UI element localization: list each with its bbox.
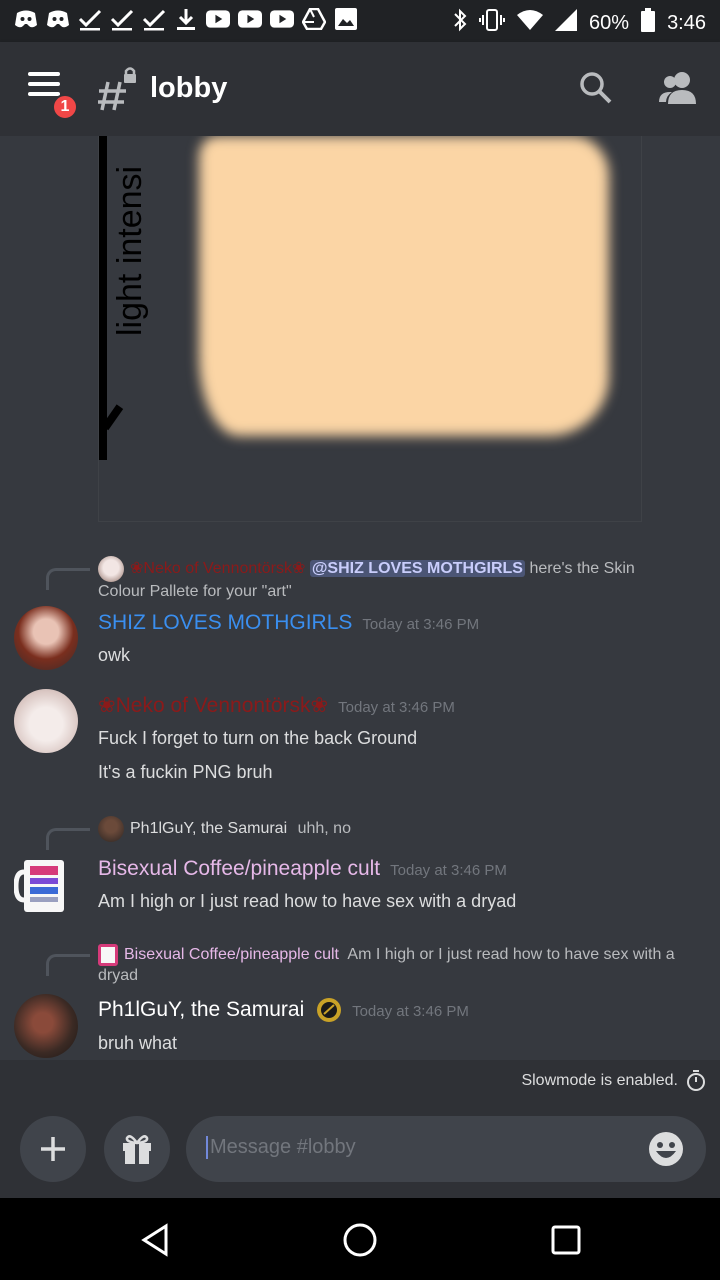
android-nav-bar	[0, 1198, 720, 1280]
notification-icons	[14, 7, 358, 31]
coffee-mug-icon	[14, 860, 64, 912]
locked-channel-hash-icon	[98, 66, 138, 112]
timestamp: Today at 3:46 PM	[390, 862, 507, 879]
message-text: bruh what	[98, 1033, 178, 1053]
reply-connector	[46, 828, 90, 850]
back-triangle-icon	[141, 1223, 168, 1257]
reply-text-continued: dryad	[98, 967, 139, 984]
members-icon	[659, 72, 696, 104]
slowmode-banner: Slowmode is enabled.	[0, 1060, 720, 1102]
gift-icon	[123, 1135, 151, 1164]
image-attachment[interactable]: light intensi	[98, 136, 642, 522]
message-text: It's a fuckin PNG bruh	[98, 762, 273, 782]
message-text: Am I high or I just read how to have sex…	[98, 891, 517, 911]
author-name[interactable]: SHIZ LOVES MOTHGIRLS	[98, 611, 352, 634]
recents-square-icon	[551, 1225, 581, 1255]
emoji-icon[interactable]	[648, 1131, 684, 1167]
bluetooth-icon	[453, 8, 467, 38]
home-circle-icon	[343, 1223, 377, 1257]
slowmode-text: Slowmode is enabled.	[521, 1072, 678, 1089]
message-text: owk	[98, 645, 131, 665]
author-name[interactable]: ❀Neko of Vennontörsk❀	[98, 694, 328, 717]
channel-title: lobby	[150, 72, 228, 104]
message-header: Ph1lGuY, the Samurai Today at 3:46 PM	[98, 997, 469, 1025]
check-icon	[110, 7, 134, 31]
arrow-shaft	[99, 136, 107, 460]
image-overlay-text: light intensi	[111, 166, 149, 336]
signal-icon	[555, 9, 578, 37]
reply-connector	[46, 954, 90, 976]
search-button[interactable]	[578, 70, 614, 106]
add-attachment-button[interactable]	[20, 1116, 86, 1182]
download-icon	[174, 7, 198, 31]
drive-icon	[302, 7, 326, 31]
channel-header: 1 lobby	[0, 42, 720, 136]
status-bar: 60% 3:46	[0, 0, 720, 42]
system-status: 60% 3:46	[453, 8, 706, 38]
message-composer: Message #lobby	[0, 1102, 720, 1198]
reply-avatar	[98, 944, 118, 966]
clock: 3:46	[667, 11, 706, 34]
message-placeholder: Message #lobby	[206, 1136, 356, 1159]
message-list[interactable]: light intensi ❀Neko of Vennontörsk❀ @SHI…	[0, 136, 720, 1060]
svg-text:light intensi: light intensi	[111, 166, 149, 336]
members-button[interactable]	[658, 70, 698, 106]
gift-button[interactable]	[104, 1116, 170, 1182]
reply-avatar	[98, 556, 124, 582]
avatar[interactable]	[14, 994, 78, 1058]
timestamp: Today at 3:46 PM	[362, 616, 480, 633]
check-icon	[142, 7, 166, 31]
reply-author: Ph1lGuY, the Samurai	[130, 820, 288, 838]
avatar[interactable]	[14, 854, 78, 918]
timer-icon	[687, 1070, 705, 1091]
reply-preview[interactable]: Ph1lGuY, the Samurai uhh, no	[98, 816, 698, 842]
reply-text: here's the Skin	[529, 560, 635, 578]
reply-text-continued: Colour Pallete for your "art"	[98, 583, 292, 600]
battery-icon	[641, 8, 656, 38]
reply-preview[interactable]: Bisexual Coffee/pineapple cult Am I high…	[98, 944, 708, 986]
check-icon	[78, 7, 102, 31]
menu-button[interactable]: 1	[28, 72, 78, 120]
user-mention[interactable]: @SHIZ LOVES MOTHGIRLS	[309, 560, 525, 578]
youtube-icon	[270, 7, 294, 31]
avatar[interactable]	[14, 606, 78, 670]
discord-icon	[14, 7, 38, 31]
message-header: SHIZ LOVES MOTHGIRLS Today at 3:46 PM	[98, 610, 479, 638]
wifi-icon	[517, 9, 544, 37]
youtube-icon	[238, 7, 262, 31]
timestamp: Today at 3:46 PM	[352, 1003, 469, 1020]
reply-author: Bisexual Coffee/pineapple cult	[124, 946, 339, 964]
discord-icon	[46, 7, 70, 31]
avatar[interactable]	[14, 689, 78, 753]
reply-author: ❀Neko of Vennontörsk❀	[130, 560, 306, 578]
timestamp: Today at 3:46 PM	[338, 699, 455, 716]
reply-preview[interactable]: ❀Neko of Vennontörsk❀ @SHIZ LOVES MOTHGI…	[98, 556, 698, 602]
vibrate-icon	[479, 8, 506, 38]
author-name[interactable]: Ph1lGuY, the Samurai	[98, 998, 304, 1021]
recents-button[interactable]	[546, 1220, 586, 1260]
reply-text: Am I high or I just read how to have sex…	[347, 946, 675, 964]
hamburger-icon	[28, 72, 68, 96]
battery-percent: 60%	[589, 11, 630, 34]
plus-icon	[41, 1137, 65, 1161]
notification-badge: 1	[52, 94, 78, 120]
skin-color-swatch	[199, 136, 609, 436]
reply-connector	[46, 568, 90, 590]
image-icon	[334, 7, 358, 31]
message-header: ❀Neko of Vennontörsk❀ Today at 3:46 PM	[98, 693, 455, 721]
youtube-icon	[206, 7, 230, 31]
emblem-icon	[317, 998, 342, 1023]
message-header: Bisexual Coffee/pineapple cult Today at 3…	[98, 856, 507, 884]
reply-text: uhh, no	[297, 820, 351, 838]
reply-avatar	[98, 816, 124, 842]
author-name[interactable]: Bisexual Coffee/pineapple cult	[98, 857, 380, 880]
message-text: Fuck I forget to turn on the back Ground	[98, 728, 418, 748]
back-button[interactable]	[136, 1220, 176, 1260]
message-input[interactable]: Message #lobby	[186, 1116, 706, 1182]
home-button[interactable]	[340, 1220, 380, 1260]
search-icon	[580, 72, 612, 104]
